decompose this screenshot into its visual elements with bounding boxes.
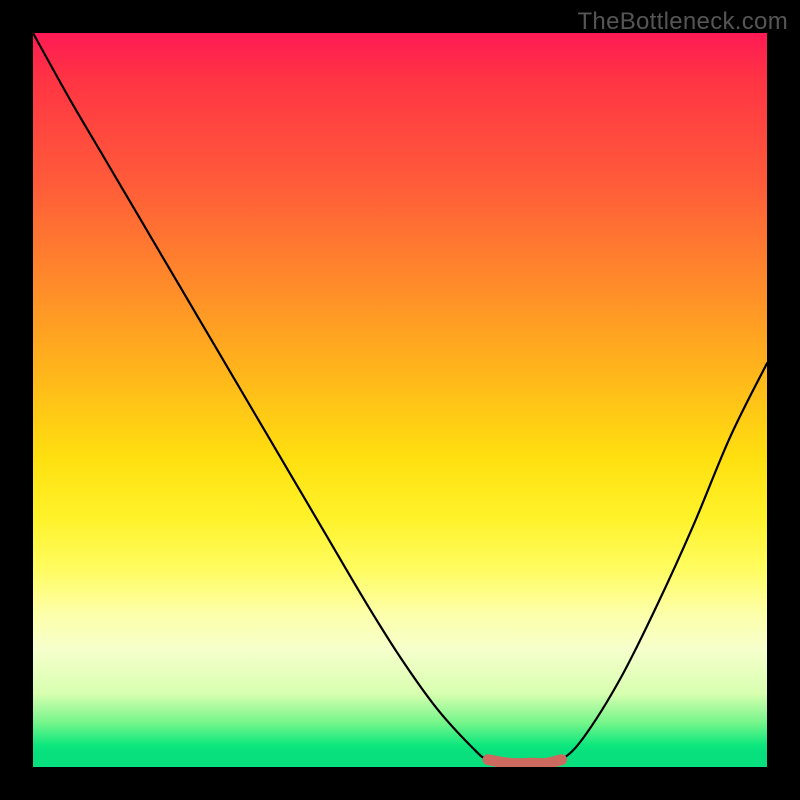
curve-svg <box>33 33 767 767</box>
plot-area <box>33 33 767 767</box>
bottleneck-curve-path <box>33 33 767 764</box>
chart-container: TheBottleneck.com <box>0 0 800 800</box>
watermark-text: TheBottleneck.com <box>577 8 788 36</box>
optimal-zone-path <box>488 760 561 764</box>
